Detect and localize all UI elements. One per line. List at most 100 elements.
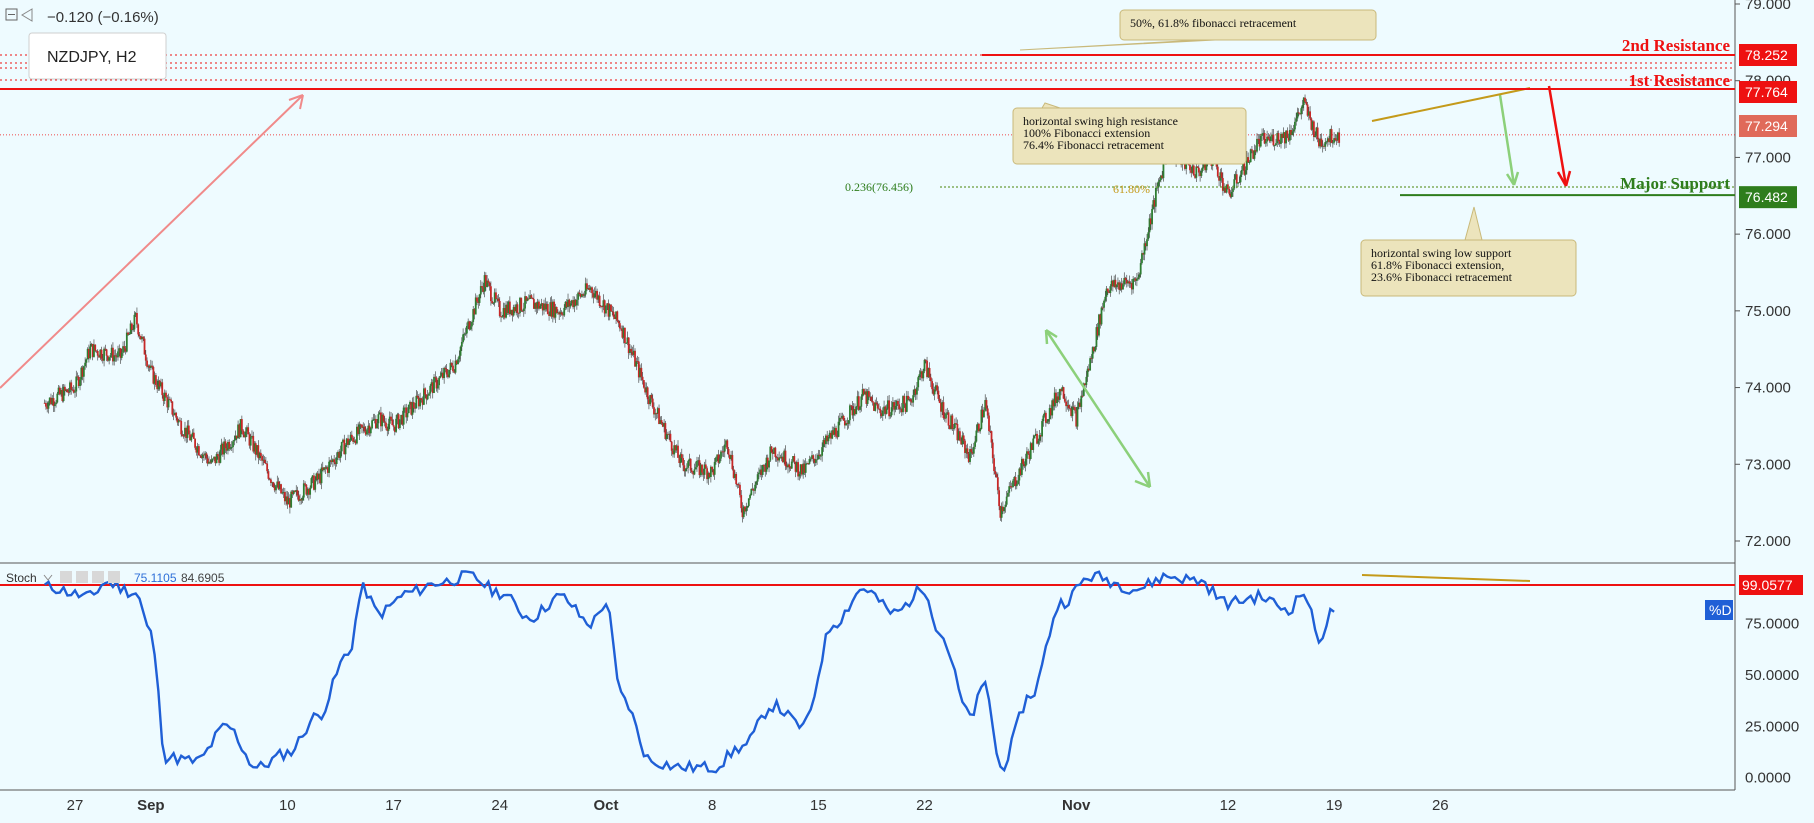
candle-body [1122,284,1124,290]
candle-body [1294,121,1296,130]
candle-body [682,458,684,466]
candle-body [1330,129,1333,143]
candle-body [244,431,247,438]
candle-body [385,422,387,429]
candle-body [490,286,492,302]
candle-body [923,359,926,372]
eye-icon[interactable] [60,571,72,583]
candle-body [1139,263,1142,275]
candle-body [966,448,969,454]
candle-body [219,449,222,463]
candle-body [959,431,961,441]
candle-body [962,435,965,441]
add-icon[interactable] [92,571,104,583]
candle-body [1201,167,1204,171]
candle-body [407,404,410,414]
candle-body [546,304,549,315]
candle-body [1017,480,1019,484]
stoch-value-d: 84.6905 [181,571,225,585]
candle-body [917,377,920,388]
candle-body [616,311,619,321]
candle-body [74,391,76,393]
candle-body [1295,118,1298,122]
candle-body [1146,239,1148,247]
candle-body [694,467,697,470]
symbol-label: NZDJPY, H2 [47,49,137,66]
candle-body [660,420,663,424]
candle-body [266,463,269,472]
candle-body [897,400,899,405]
candle-body [996,477,999,491]
candle-body [492,302,495,304]
candle-body [850,405,853,407]
candle-body [1216,166,1219,177]
candle-body [740,495,743,509]
candle-body [685,467,688,469]
candle-body [242,430,245,435]
settings-icon[interactable] [76,571,88,583]
candle-body [247,427,250,435]
candle-body [371,420,373,429]
candle-body [761,464,764,475]
candle-body [344,444,347,455]
candle-body [924,359,927,361]
candle-body [569,303,572,307]
candle-body [938,398,941,403]
candle-body [758,472,760,475]
candle-body [983,410,985,418]
fib-236-label: 0.236(76.456) [845,180,913,194]
candle-body [1046,421,1049,423]
candle-body [563,307,566,316]
candle-body [391,419,394,426]
candle-body [1240,169,1243,175]
candle-body [426,395,429,400]
candle-body [618,323,621,329]
candle-body [75,376,78,392]
candle-body [402,407,405,425]
candle-body [464,333,467,335]
candle-body [711,466,714,470]
candle-body [849,405,851,421]
candle-body [745,507,748,512]
stoch-tick-label: 75.0000 [1745,616,1799,633]
swing-high-annotation[interactable]: horizontal swing high resistance100% Fib… [1012,102,1247,165]
candle-body [713,461,716,475]
candle-body [1104,296,1107,301]
candle-body [598,295,601,306]
second-resistance-price-tag-text: 78.252 [1745,47,1788,63]
candle-body [871,400,874,403]
candle-body [457,359,459,365]
candle-body [669,433,672,442]
candle-body [498,300,501,317]
candle-body [1022,458,1025,464]
candle-body [827,437,830,442]
candle-body [1304,97,1306,102]
candle-body [1089,358,1092,371]
candle-body [310,478,313,488]
candle-body [929,377,932,382]
candle-body [96,351,99,356]
candle-body [684,468,687,472]
candle-body [89,346,92,359]
candle-body [1251,149,1253,151]
candle-body [240,419,243,431]
candle-body [117,351,119,358]
time-tick-label: 10 [279,797,296,814]
candle-body [383,421,386,423]
candle-body [735,473,738,485]
candle-body [1309,111,1311,119]
candle-body [328,461,330,473]
candle-body [1200,170,1203,176]
candle-body [687,461,690,468]
candle-body [1334,138,1337,140]
candle-body [1314,135,1317,137]
candle-body [434,376,437,378]
price-tick-label: 73.000 [1745,456,1791,473]
close-icon[interactable] [108,571,120,583]
candle-body [392,425,395,427]
candle-body [718,458,721,463]
candle-body [301,497,304,501]
candle-body [751,488,754,490]
candle-body [216,454,219,457]
current-price-tag-text: 77.294 [1745,118,1788,134]
